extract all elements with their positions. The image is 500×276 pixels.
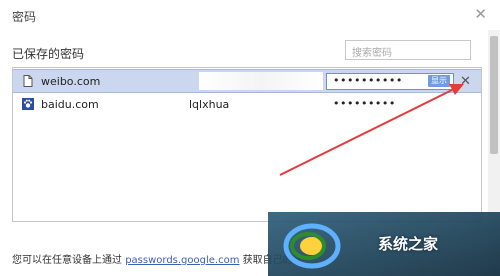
watermark-text: 系统之家: [378, 235, 439, 253]
